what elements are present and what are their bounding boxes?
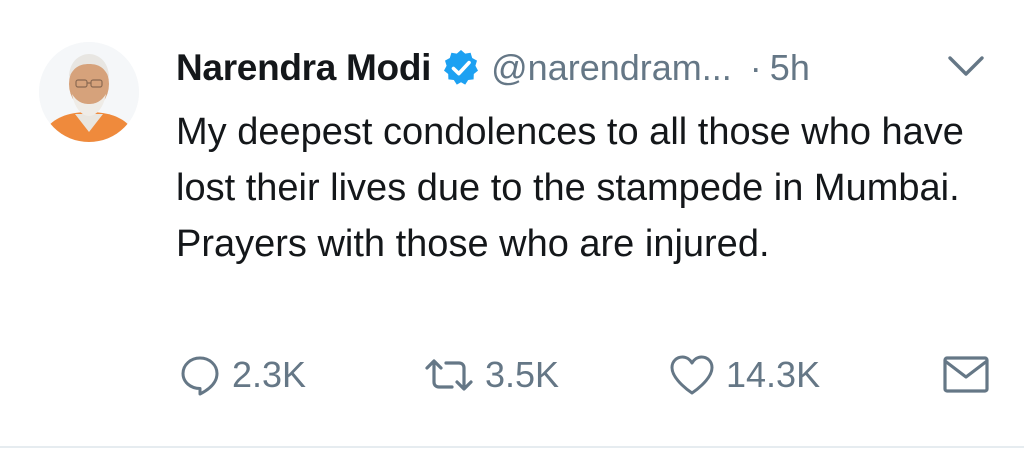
separator-dot: · [749,47,762,88]
heart-icon [668,353,716,397]
tweet-header: Narendra Modi @narendram... · 5h [176,44,810,92]
author-name[interactable]: Narendra Modi [176,47,431,89]
tweet-text: My deepest condolences to all those who … [176,111,964,265]
action-bar: 2.3K 3.5K 14.3K [0,345,1024,405]
reply-icon [178,353,222,397]
verified-badge-icon [441,48,481,88]
reply-button[interactable]: 2.3K [178,345,306,405]
retweet-button[interactable]: 3.5K [423,345,559,405]
like-count: 14.3K [726,354,821,395]
author-handle[interactable]: @narendram... [491,47,732,89]
tweet-card[interactable]: Narendra Modi @narendram... · 5h My deep… [0,0,1024,459]
reply-count: 2.3K [232,354,307,395]
retweet-icon [423,353,475,397]
divider [0,446,1024,448]
like-button[interactable]: 14.3K [668,345,820,405]
direct-message-button[interactable] [940,345,992,405]
retweet-count: 3.5K [485,354,560,395]
timestamp[interactable]: 5h [770,47,810,89]
avatar[interactable] [39,42,139,142]
envelope-icon [940,353,992,397]
chevron-down-icon[interactable] [946,52,986,80]
avatar-image [39,42,139,142]
